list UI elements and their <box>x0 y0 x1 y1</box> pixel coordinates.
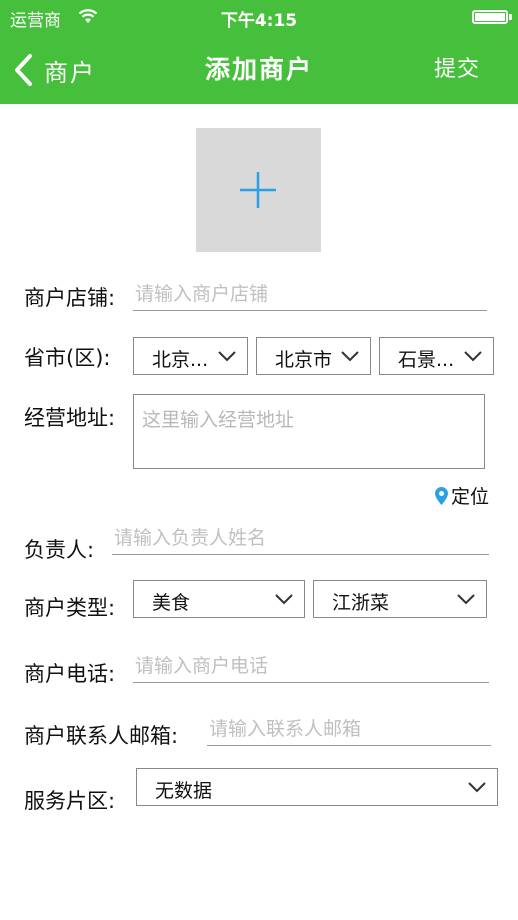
city-select[interactable]: 北京市 <box>256 337 371 375</box>
subcategory-select[interactable]: 江浙菜 <box>313 580 487 618</box>
area-select[interactable]: 无数据 <box>136 768 498 806</box>
region-label: 省市(区): <box>24 346 111 370</box>
owner-input[interactable] <box>112 522 489 555</box>
area-value: 无数据 <box>155 780 213 802</box>
battery-icon <box>472 10 508 24</box>
submit-button[interactable]: 提交 <box>434 50 480 90</box>
plus-icon <box>240 172 276 208</box>
add-photo-button[interactable] <box>196 128 321 252</box>
type-label: 商户类型: <box>24 596 116 620</box>
province-select[interactable]: 北京... <box>133 337 248 375</box>
area-label: 服务片区: <box>24 789 116 813</box>
store-input[interactable] <box>133 278 487 311</box>
location-pin-icon <box>435 486 448 505</box>
phone-input[interactable] <box>133 650 489 683</box>
email-input[interactable] <box>207 713 491 746</box>
category-value: 美食 <box>152 592 191 614</box>
chevron-down-icon <box>457 594 475 605</box>
chevron-down-icon <box>468 782 486 793</box>
locate-button[interactable]: 定位 <box>434 482 489 509</box>
province-value: 北京... <box>152 349 209 371</box>
district-value: 石景... <box>398 349 455 371</box>
category-select[interactable]: 美食 <box>133 580 305 618</box>
owner-label: 负责人: <box>24 538 95 562</box>
store-label: 商户店铺: <box>24 286 116 310</box>
locate-label: 定位 <box>451 486 490 508</box>
address-label: 经营地址: <box>24 406 116 430</box>
nav-bar: 商户 添加商户 提交 <box>0 36 518 104</box>
status-bar: 运营商 下午4:15 <box>0 0 518 36</box>
phone-label: 商户电话: <box>24 662 116 686</box>
chevron-down-icon <box>341 351 359 362</box>
chevron-down-icon <box>275 594 293 605</box>
district-select[interactable]: 石景... <box>379 337 494 375</box>
city-value: 北京市 <box>275 349 333 371</box>
address-textarea[interactable] <box>133 394 485 469</box>
battery-tip <box>509 14 512 20</box>
clock: 下午4:15 <box>220 11 298 31</box>
subcategory-value: 江浙菜 <box>332 592 390 614</box>
chevron-down-icon <box>464 351 482 362</box>
chevron-down-icon <box>218 351 236 362</box>
email-label: 商户联系人邮箱: <box>24 724 179 748</box>
